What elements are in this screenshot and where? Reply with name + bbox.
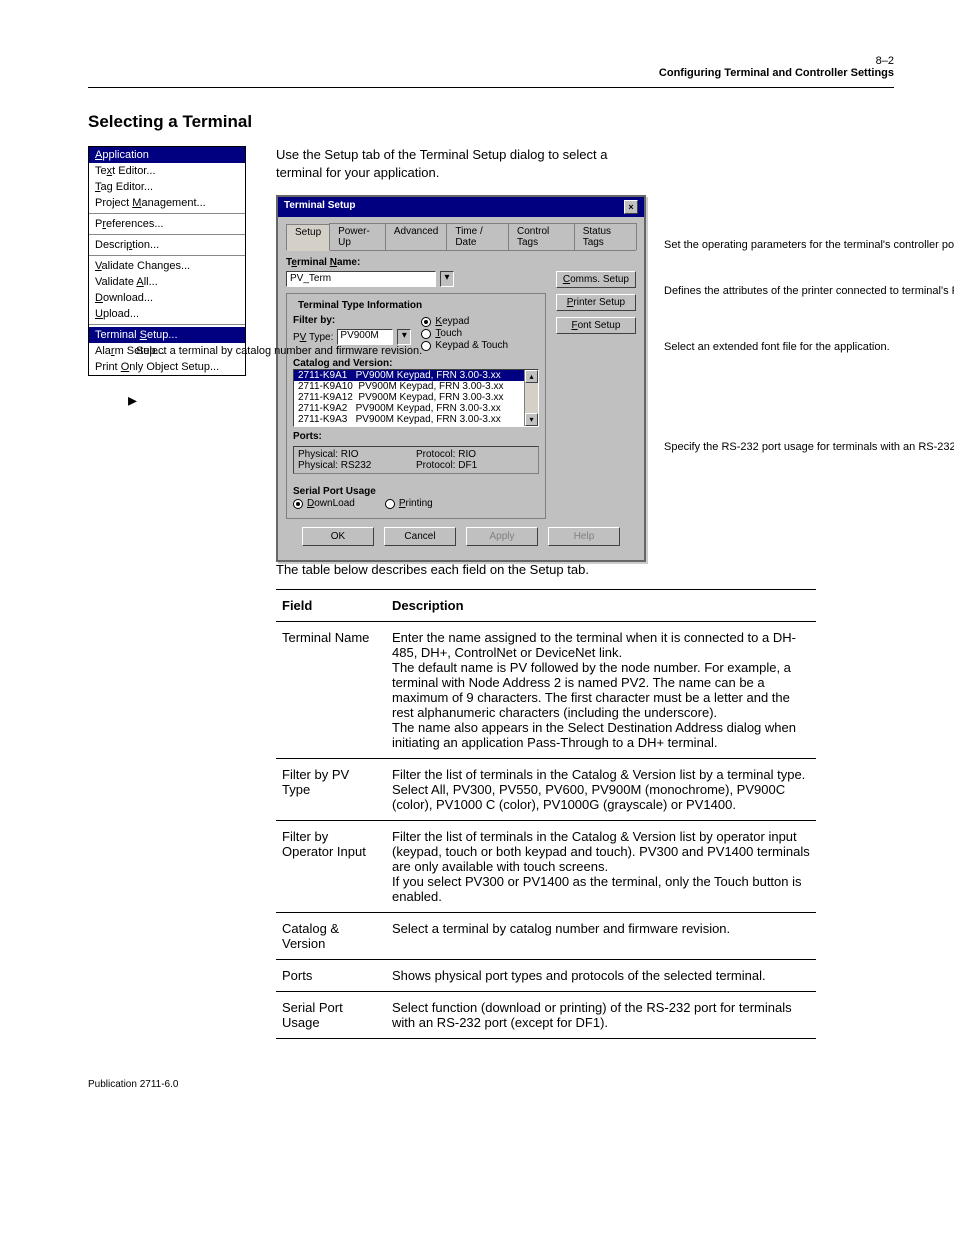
menu-tag-editor[interactable]: Tag Editor... (89, 179, 245, 195)
list-item[interactable]: 2711-K9A2 PV900M Keypad, FRN 3.00-3.xx (294, 403, 538, 414)
table-row: Terminal Name Enter the name assigned to… (276, 622, 816, 759)
terminal-setup-dialog: Terminal Setup × Setup Power-Up Advanced… (276, 195, 646, 562)
tab-powerup[interactable]: Power-Up (329, 223, 386, 250)
page-number: 8–2 (659, 55, 894, 67)
chapter-title: Configuring Terminal and Controller Sett… (659, 67, 894, 79)
filter-by-label: Filter by: (293, 315, 411, 326)
menu-preferences[interactable]: Preferences... (89, 216, 245, 232)
ports-box: Physical: RIOProtocol: RIO Physical: RS2… (293, 446, 539, 474)
radio-keypad-touch[interactable]: Keypad & Touch (421, 340, 508, 351)
apply-button[interactable]: Apply (466, 527, 538, 546)
help-button[interactable]: Help (548, 527, 620, 546)
menu-validate-all[interactable]: Validate All... (89, 274, 245, 290)
terminal-type-group: Terminal Type Information (295, 300, 425, 311)
table-row: Ports Shows physical port types and prot… (276, 960, 816, 992)
menu-validate-changes[interactable]: Validate Changes... (89, 258, 245, 274)
application-menu: Application Text Editor... Tag Editor...… (88, 146, 246, 376)
pvtype-select[interactable]: PV900M (340, 330, 378, 341)
radio-keypad[interactable]: Keypad (421, 316, 508, 327)
font-setup-button[interactable]: Font Setup (556, 317, 636, 334)
radio-download[interactable]: DownLoad (293, 498, 355, 509)
table-header-field: Field (276, 590, 386, 622)
tab-timedate[interactable]: Time / Date (446, 223, 509, 250)
table-row: Catalog & Version Select a terminal by c… (276, 913, 816, 960)
list-item[interactable]: 2711-K9A3 PV900M Keypad, FRN 3.00-3.xx (294, 414, 538, 425)
menu-download[interactable]: Download... (89, 290, 245, 306)
callout-font: Select an extended font file for the app… (664, 341, 844, 353)
terminal-name-dropdown-icon[interactable]: ▾ (440, 271, 454, 287)
table-header-desc: Description (386, 590, 816, 622)
tab-controltags[interactable]: Control Tags (508, 223, 575, 250)
printer-setup-button[interactable]: Printer Setup (556, 294, 636, 311)
tab-setup[interactable]: Setup (286, 224, 330, 251)
listbox-scrollbar[interactable]: ▴ ▾ (524, 370, 538, 426)
scroll-down-icon[interactable]: ▾ (525, 413, 538, 426)
tab-advanced[interactable]: Advanced (385, 223, 447, 250)
menu-description[interactable]: Description... (89, 237, 245, 253)
list-item[interactable]: 2711-K9A12 PV900M Keypad, FRN 3.00-3.xx (294, 392, 538, 403)
menu-project-management[interactable]: Project Management... (89, 195, 245, 211)
terminal-name-label: Terminal Name: (286, 257, 546, 268)
menu-header: Application (89, 147, 245, 163)
table-intro: The table below describes each field on … (276, 561, 816, 579)
scroll-up-icon[interactable]: ▴ (525, 370, 538, 383)
callout-comms: Set the operating parameters for the ter… (664, 239, 854, 251)
ok-button[interactable]: OK (302, 527, 374, 546)
comms-setup-button[interactable]: Comms. Setup (556, 271, 636, 288)
callout-catalog: Select a terminal by catalog number and … (136, 345, 266, 357)
table-row: Filter by PV Type Filter the list of ter… (276, 759, 816, 821)
radio-printing[interactable]: Printing (385, 498, 433, 509)
section-title: Selecting a Terminal (88, 112, 894, 132)
table-row: Filter by Operator Input Filter the list… (276, 821, 816, 913)
fields-table: Field Description Terminal Name Enter th… (276, 589, 816, 1039)
terminal-name-field[interactable]: PV_Term (290, 273, 331, 284)
list-item[interactable]: 2711-K9A10 PV900M Keypad, FRN 3.00-3.xx (294, 381, 538, 392)
ports-label: Ports: (293, 431, 539, 442)
pvtype-label: PV Type: (293, 332, 333, 343)
intro-text: Use the Setup tab of the Terminal Setup … (276, 146, 656, 181)
menu-print-only[interactable]: Print Only Object Setup... (89, 359, 245, 375)
menu-pointer-icon: ▸ (128, 390, 248, 411)
publication-footer: Publication 2711-6.0 (88, 1079, 894, 1090)
menu-text-editor[interactable]: Text Editor... (89, 163, 245, 179)
serial-group-label: Serial Port Usage (293, 486, 539, 497)
radio-touch[interactable]: Touch (421, 328, 508, 339)
catalog-listbox[interactable]: 2711-K9A1 PV900M Keypad, FRN 3.00-3.xx 2… (293, 369, 539, 427)
dialog-title: Terminal Setup (284, 200, 356, 214)
table-row: Serial Port Usage Select function (downl… (276, 992, 816, 1039)
callout-printer: Defines the attributes of the printer co… (664, 285, 844, 297)
menu-upload[interactable]: Upload... (89, 306, 245, 322)
catalog-label: Catalog and Version: (293, 358, 539, 369)
list-item[interactable]: 2711-K9A1 PV900M Keypad, FRN 3.00-3.xx (294, 370, 538, 381)
cancel-button[interactable]: Cancel (384, 527, 456, 546)
callout-serial: Specify the RS-232 port usage for termin… (664, 441, 824, 453)
menu-terminal-setup[interactable]: Terminal Setup... (89, 327, 245, 343)
tab-statustags[interactable]: Status Tags (574, 223, 637, 250)
pvtype-dropdown-icon[interactable]: ▾ (397, 329, 411, 345)
close-icon[interactable]: × (624, 200, 638, 214)
